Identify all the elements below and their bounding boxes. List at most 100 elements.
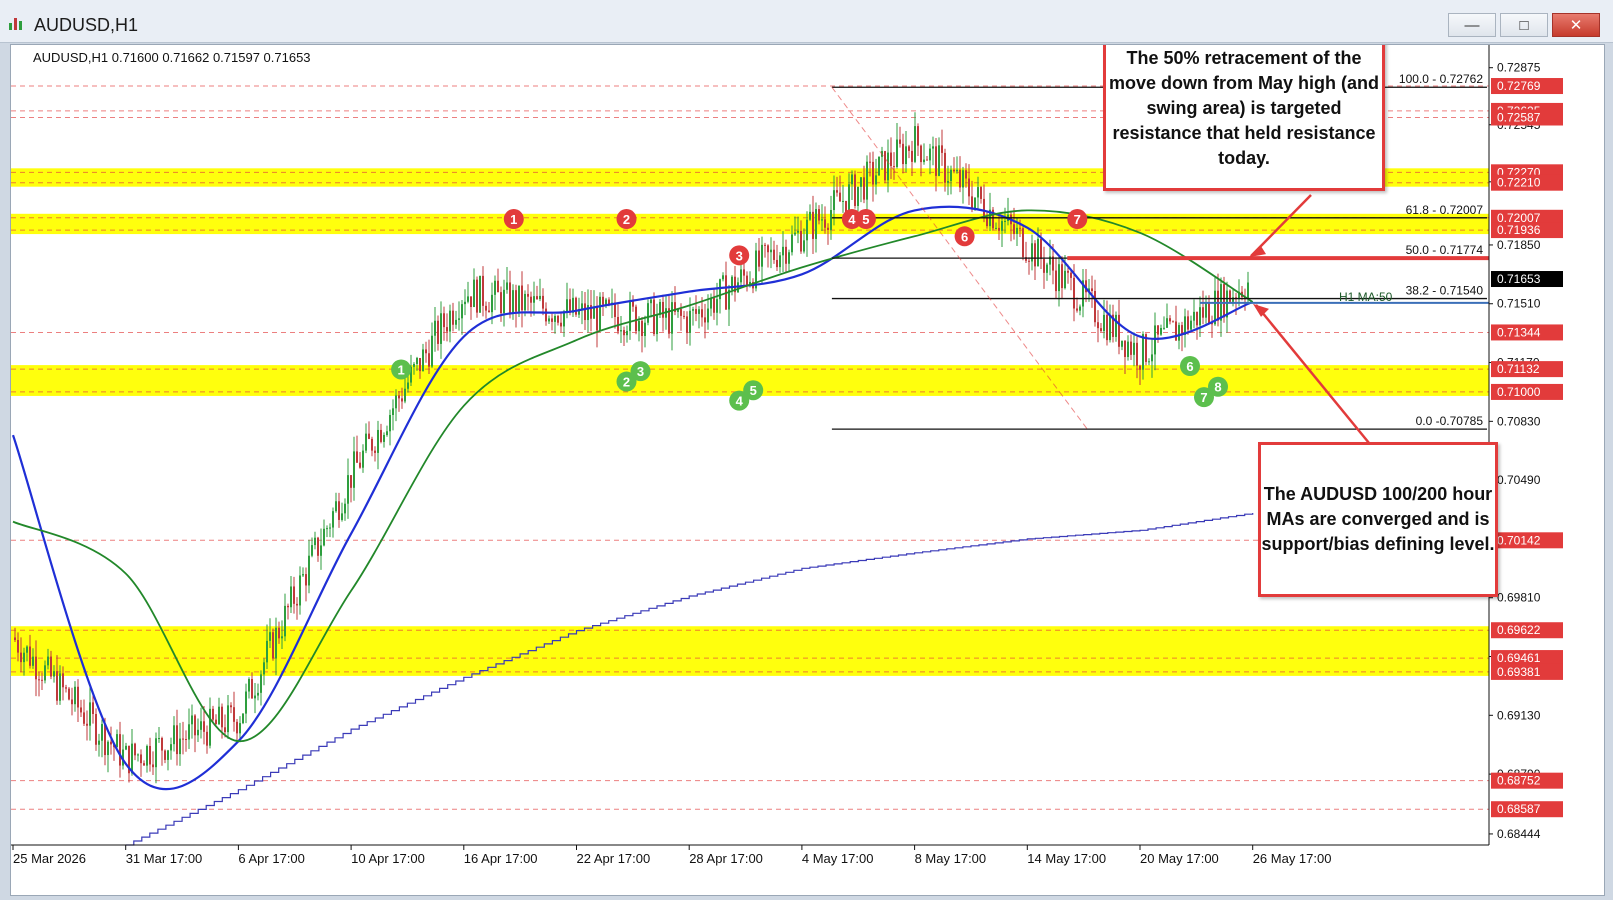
candle-body-374 — [1136, 342, 1138, 366]
candle-body-0 — [14, 637, 16, 641]
candle-body-15 — [59, 673, 61, 701]
candle-body-282 — [860, 177, 862, 187]
candle-body-53 — [173, 725, 175, 745]
candle-body-75 — [239, 723, 241, 734]
ma-long-step-line — [125, 513, 1254, 846]
candle-body-392 — [1190, 320, 1192, 330]
candle-body-179 — [551, 318, 553, 322]
candle-body-152 — [470, 296, 472, 308]
candle-body-303 — [923, 159, 925, 163]
candle-body-308 — [938, 145, 940, 176]
badge-green-label-12: 5 — [750, 383, 757, 398]
candle-body-42 — [140, 754, 142, 764]
candle-body-212 — [650, 299, 652, 304]
candle-body-67 — [215, 719, 217, 725]
candle-body-27 — [95, 714, 97, 745]
arrow-head-ma — [1253, 303, 1269, 317]
candle-body-395 — [1199, 307, 1201, 326]
candle-body-93 — [293, 586, 295, 604]
candle-body-58 — [188, 724, 190, 740]
y-tick-label-8: 0.70490 — [1497, 473, 1541, 487]
price-tag-label-5: 0.72210 — [1497, 176, 1541, 190]
candle-body-60 — [194, 715, 196, 736]
candle-body-365 — [1109, 314, 1111, 341]
candle-body-353 — [1073, 277, 1075, 309]
price-chart[interactable]: AUDUSD,H1 0.71600 0.71662 0.71597 0.7165… — [10, 44, 1605, 896]
candle-body-344 — [1046, 264, 1048, 273]
candle-body-195 — [599, 296, 601, 331]
candle-body-317 — [965, 170, 967, 179]
candle-body-11 — [47, 656, 49, 666]
x-tick-label-11: 20 May 17:00 — [1140, 851, 1219, 866]
candle-body-251 — [767, 245, 769, 253]
candle-body-117 — [365, 433, 367, 451]
candle-body-77 — [245, 691, 247, 714]
candle-body-28 — [98, 740, 100, 745]
candle-body-88 — [278, 627, 280, 639]
maximize-button[interactable]: □ — [1500, 13, 1548, 37]
candle-body-74 — [236, 721, 238, 734]
candle-body-141 — [437, 320, 439, 344]
candle-body-387 — [1175, 321, 1177, 341]
candle-body-233 — [713, 297, 715, 313]
x-tick-label-12: 26 May 17:00 — [1253, 851, 1332, 866]
candle-body-244 — [746, 275, 748, 286]
candle-body-61 — [197, 729, 199, 736]
candle-body-335 — [1019, 227, 1021, 229]
candle-body-118 — [368, 433, 370, 439]
candle-body-158 — [488, 310, 490, 313]
candle-body-293 — [893, 166, 895, 168]
candle-body-263 — [803, 240, 805, 252]
candle-body-190 — [584, 303, 586, 321]
candle-body-371 — [1127, 341, 1129, 357]
candle-body-85 — [269, 632, 271, 641]
candle-body-243 — [743, 269, 745, 276]
candle-body-347 — [1055, 270, 1057, 292]
candle-body-373 — [1133, 342, 1135, 355]
candle-body-197 — [605, 299, 607, 305]
candle-body-112 — [350, 475, 352, 488]
candle-body-341 — [1037, 238, 1039, 267]
candle-body-351 — [1067, 270, 1069, 273]
candle-body-43 — [143, 763, 145, 766]
candle-body-142 — [440, 313, 442, 344]
close-button[interactable]: ✕ — [1552, 13, 1600, 37]
candle-body-283 — [863, 177, 865, 200]
minimize-button[interactable]: — — [1448, 13, 1496, 37]
candle-body-62 — [200, 721, 202, 730]
candle-body-135 — [419, 357, 421, 372]
candle-body-230 — [704, 317, 706, 323]
candle-body-405 — [1229, 290, 1231, 302]
candle-body-69 — [221, 706, 223, 728]
candle-body-37 — [125, 745, 127, 750]
candle-body-273 — [833, 190, 835, 211]
candle-body-234 — [716, 299, 718, 313]
candle-body-388 — [1178, 325, 1180, 341]
fib-label-3: 50.0 - 0.71774 — [1406, 243, 1484, 257]
badge-red-label-1: 1 — [510, 212, 517, 227]
candle-body-92 — [290, 586, 292, 608]
candle-body-170 — [524, 293, 526, 311]
candle-body-219 — [671, 302, 673, 334]
candle-body-16 — [62, 673, 64, 688]
candle-body-370 — [1124, 340, 1126, 357]
candle-body-324 — [986, 217, 988, 227]
candle-body-18 — [68, 688, 70, 700]
candle-body-231 — [707, 308, 709, 323]
candle-body-20 — [74, 686, 76, 705]
candle-body-214 — [656, 314, 658, 335]
candle-body-184 — [566, 299, 568, 312]
candle-body-252 — [770, 249, 772, 253]
candle-body-13 — [53, 671, 55, 677]
candle-body-145 — [449, 310, 451, 332]
candle-body-78 — [248, 679, 250, 692]
candle-body-154 — [476, 279, 478, 313]
candle-body-146 — [452, 310, 454, 325]
candle-body-213 — [653, 299, 655, 335]
candle-body-248 — [758, 250, 760, 267]
candle-body-216 — [662, 301, 664, 318]
candle-body-165 — [509, 282, 511, 314]
candle-body-278 — [848, 184, 850, 214]
zone-band-2 — [11, 213, 1489, 235]
candle-body-173 — [533, 296, 535, 303]
